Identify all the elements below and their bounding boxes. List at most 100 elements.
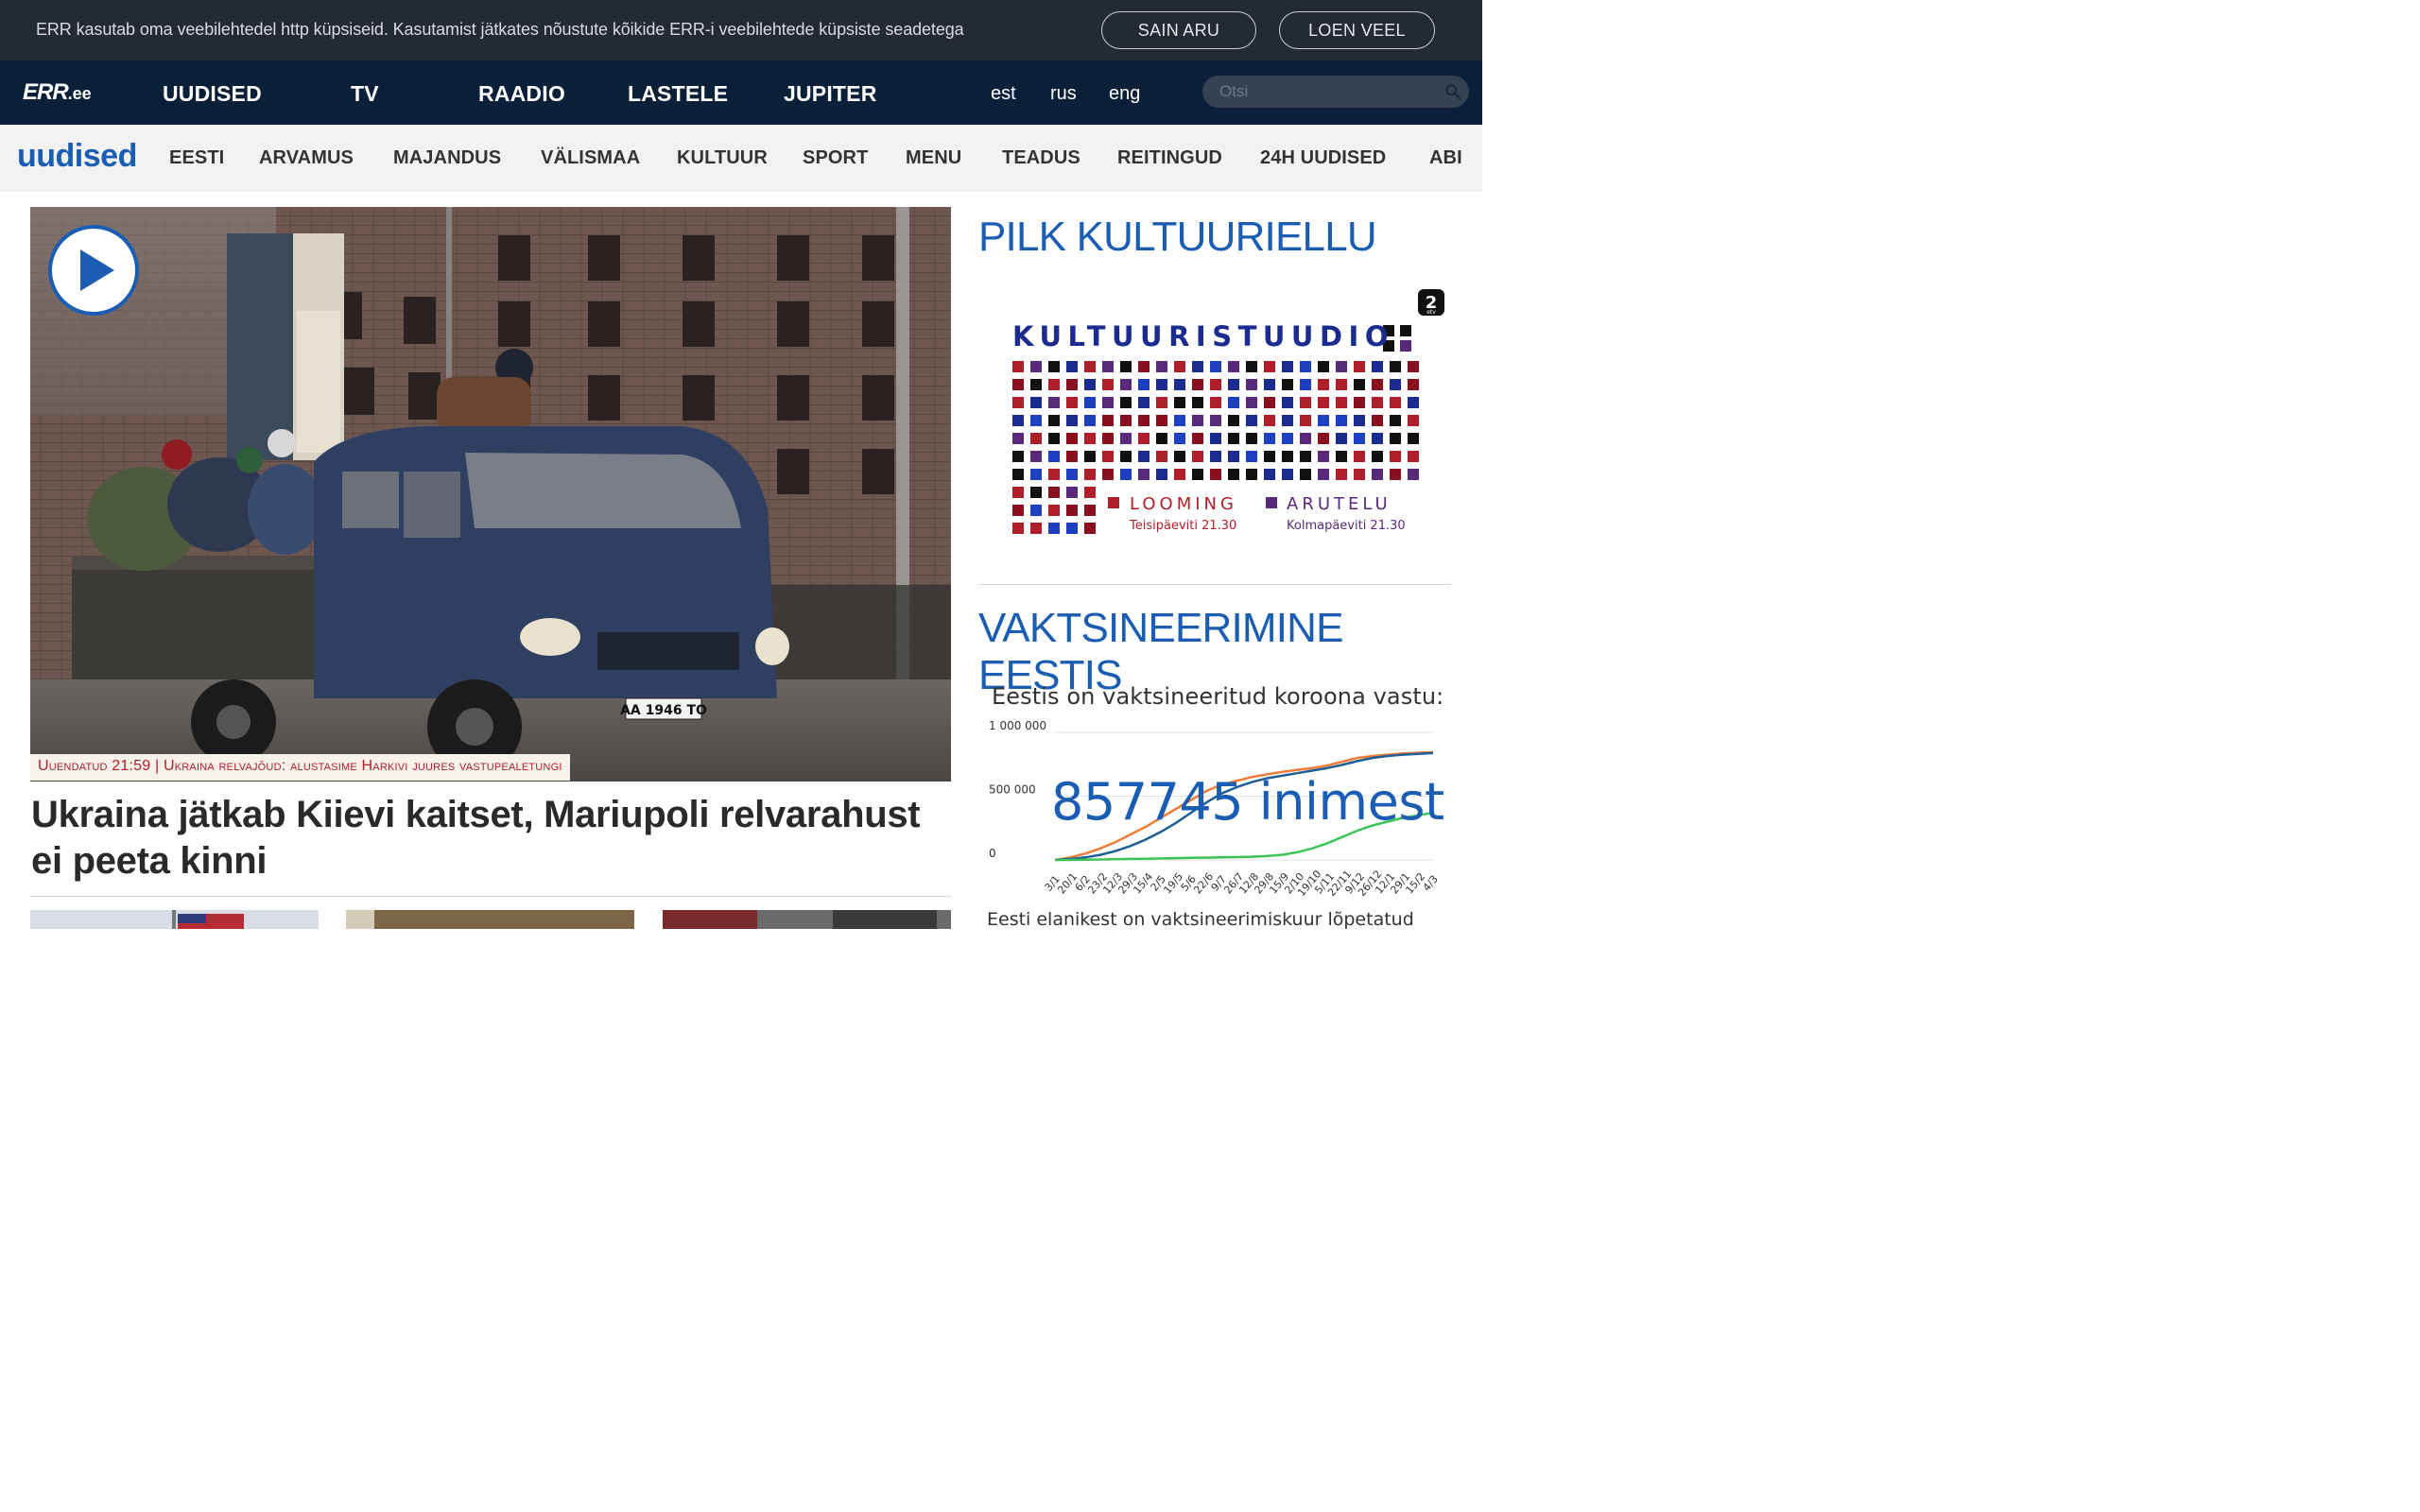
promo-square (1192, 361, 1203, 372)
chart-y-tick-label: 500 000 (989, 783, 1036, 797)
promo-square (1354, 469, 1365, 480)
promo-square (1336, 451, 1347, 462)
section-item-reitingud[interactable]: REITINGUD (1117, 147, 1222, 169)
headline[interactable]: Ukraina jätkab Kiievi kaitset, Mariupoli… (31, 792, 939, 885)
promo-square (1228, 361, 1239, 372)
section-item-teadus[interactable]: TEADUS (1002, 147, 1080, 169)
promo-square (1138, 469, 1150, 480)
promo-square (1246, 415, 1257, 426)
play-video-button[interactable] (48, 225, 139, 316)
promo-square (1030, 523, 1042, 534)
nav-item-lastele[interactable]: LASTELE (628, 81, 728, 107)
section-item-eesti[interactable]: EESTI (169, 147, 224, 169)
hero-photo: AA 1946 TO (30, 207, 951, 782)
promo-square (1282, 415, 1293, 426)
update-label[interactable]: Uuendatud 21:59 | Ukraina relvajõud: alu… (30, 754, 570, 781)
promo-square (1246, 361, 1257, 372)
promo-square (1120, 469, 1132, 480)
promo-square (1300, 415, 1311, 426)
promo-square (1408, 451, 1419, 462)
promo-square (1318, 433, 1329, 444)
cookie-agree-button[interactable]: SAIN ARU (1101, 11, 1256, 49)
promo-square (1354, 379, 1365, 390)
promo-square (1264, 361, 1275, 372)
lang-eng[interactable]: eng (1109, 83, 1140, 105)
section-item-kultuur[interactable]: KULTUUR (677, 147, 768, 169)
section-item-sport[interactable]: SPORT (803, 147, 868, 169)
section-item-valismaa[interactable]: VÄLISMAA (541, 147, 640, 169)
promo-square (1300, 451, 1311, 462)
section-nav: uudised EESTI ARVAMUS MAJANDUS VÄLISMAA … (0, 125, 1482, 191)
nav-item-uudised[interactable]: UUDISED (163, 81, 262, 107)
promo-square (1120, 379, 1132, 390)
promo-square (1228, 397, 1239, 408)
section-item-24h-uudised[interactable]: 24H UUDISED (1260, 147, 1386, 169)
promo-square (1030, 379, 1042, 390)
hero-image[interactable]: AA 1946 TO (30, 207, 951, 782)
search-box (1202, 76, 1469, 108)
promo-square (1084, 361, 1096, 372)
logo-suffix: .ee (67, 84, 92, 103)
promo-square (1084, 505, 1096, 516)
promo-show-looming: LOOMING (1130, 494, 1237, 514)
promo-square (1048, 379, 1060, 390)
promo-square (1228, 415, 1239, 426)
nav-item-jupiter[interactable]: JUPITER (784, 81, 877, 107)
article-thumbnail[interactable] (346, 910, 634, 929)
nav-item-raadio[interactable]: RAADIO (478, 81, 565, 107)
article-thumbnail[interactable] (663, 910, 951, 929)
promo-square (1048, 523, 1060, 534)
section-item-menu[interactable]: MENU (906, 147, 961, 169)
section-item-abi[interactable]: ABI (1429, 147, 1462, 169)
promo-square (1228, 469, 1239, 480)
promo-square (1390, 433, 1401, 444)
promo-square (1318, 451, 1329, 462)
promo-square (1084, 433, 1096, 444)
nav-item-tv[interactable]: TV (351, 81, 379, 107)
promo-square (1102, 469, 1114, 480)
promo-square (1156, 451, 1167, 462)
article-thumbnail[interactable] (30, 910, 319, 929)
culture-heading[interactable]: PILK KULTUURIELLU (978, 214, 1377, 261)
promo-square (1264, 469, 1275, 480)
section-item-arvamus[interactable]: ARVAMUS (259, 147, 354, 169)
promo-square (1336, 397, 1347, 408)
promo-square (1372, 415, 1383, 426)
err-logo[interactable]: ERR.ee (23, 79, 92, 106)
search-icon[interactable] (1444, 83, 1461, 100)
promo-square (1408, 415, 1419, 426)
kultuuristuudio-promo[interactable]: KULTUURISTUUDIO 2 etv LOOMING Teisipäevi… (978, 282, 1451, 556)
promo-square (1138, 415, 1150, 426)
promo-square (1156, 361, 1167, 372)
lang-est[interactable]: est (991, 83, 1016, 105)
promo-square (1084, 379, 1096, 390)
promo-square (1354, 415, 1365, 426)
promo-square (1372, 379, 1383, 390)
promo-square (1192, 433, 1203, 444)
promo-square (1372, 397, 1383, 408)
promo-square (1066, 487, 1078, 498)
promo-square (1354, 397, 1365, 408)
cookie-read-more-button[interactable]: LOEN VEEL (1279, 11, 1435, 49)
promo-square (1264, 379, 1275, 390)
lang-rus[interactable]: rus (1050, 83, 1077, 105)
section-item-majandus[interactable]: MAJANDUS (393, 147, 501, 169)
promo-square (1264, 433, 1275, 444)
promo-square (1012, 379, 1024, 390)
promo-square (1318, 397, 1329, 408)
promo-square (1048, 487, 1060, 498)
promo-square (1336, 379, 1347, 390)
promo-square (1084, 451, 1096, 462)
promo-show-arutelu-time: Kolmapäeviti 21.30 (1287, 519, 1406, 533)
promo-square (1174, 361, 1185, 372)
promo-square (1336, 361, 1347, 372)
promo-graphic: KULTUURISTUUDIO 2 etv LOOMING Teisipäevi… (1012, 289, 1444, 534)
promo-square (1174, 397, 1185, 408)
promo-square (1408, 433, 1419, 444)
promo-square (1210, 469, 1221, 480)
promo-square (1400, 340, 1411, 352)
section-title[interactable]: uudised (17, 138, 137, 175)
promo-square (1138, 433, 1150, 444)
search-input[interactable] (1219, 81, 1437, 102)
promo-square (1192, 397, 1203, 408)
